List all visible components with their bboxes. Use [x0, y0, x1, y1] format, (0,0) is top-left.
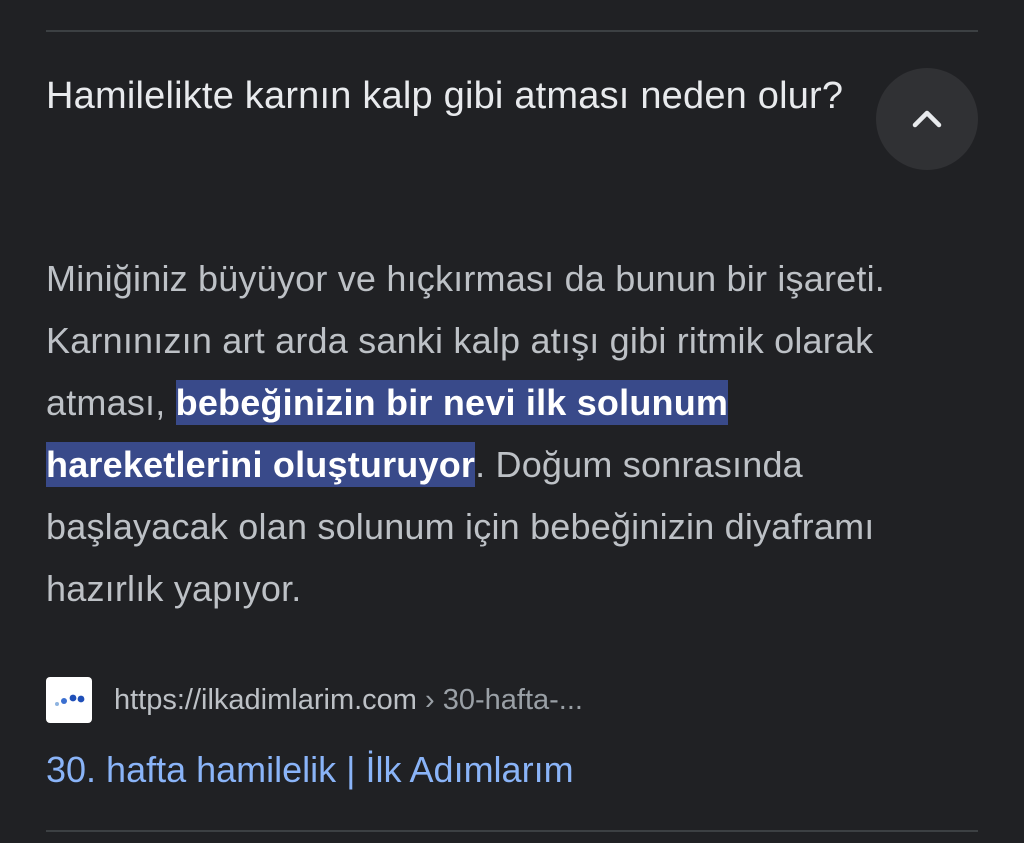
source-url: https://ilkadimlarim.com › 30-hafta-... — [114, 684, 583, 717]
site-favicon-icon — [46, 677, 92, 723]
bottom-divider — [46, 830, 978, 832]
source-domain: https://ilkadimlarim.com — [114, 683, 417, 716]
source-info[interactable]: https://ilkadimlarim.com › 30-hafta-... — [46, 676, 583, 724]
answer-snippet: Miniğiniz büyüyor ve hıçkırması da bunun… — [46, 248, 906, 620]
source-breadcrumb: › 30-hafta-... — [416, 683, 583, 716]
question-title[interactable]: Hamilelikte karnın kalp gibi atması nede… — [46, 70, 846, 122]
collapse-button[interactable] — [876, 68, 978, 170]
top-divider — [46, 30, 978, 32]
result-title-link[interactable]: 30. hafta hamilelik | İlk Adımlarım — [46, 742, 574, 798]
chevron-up-icon — [912, 110, 942, 128]
